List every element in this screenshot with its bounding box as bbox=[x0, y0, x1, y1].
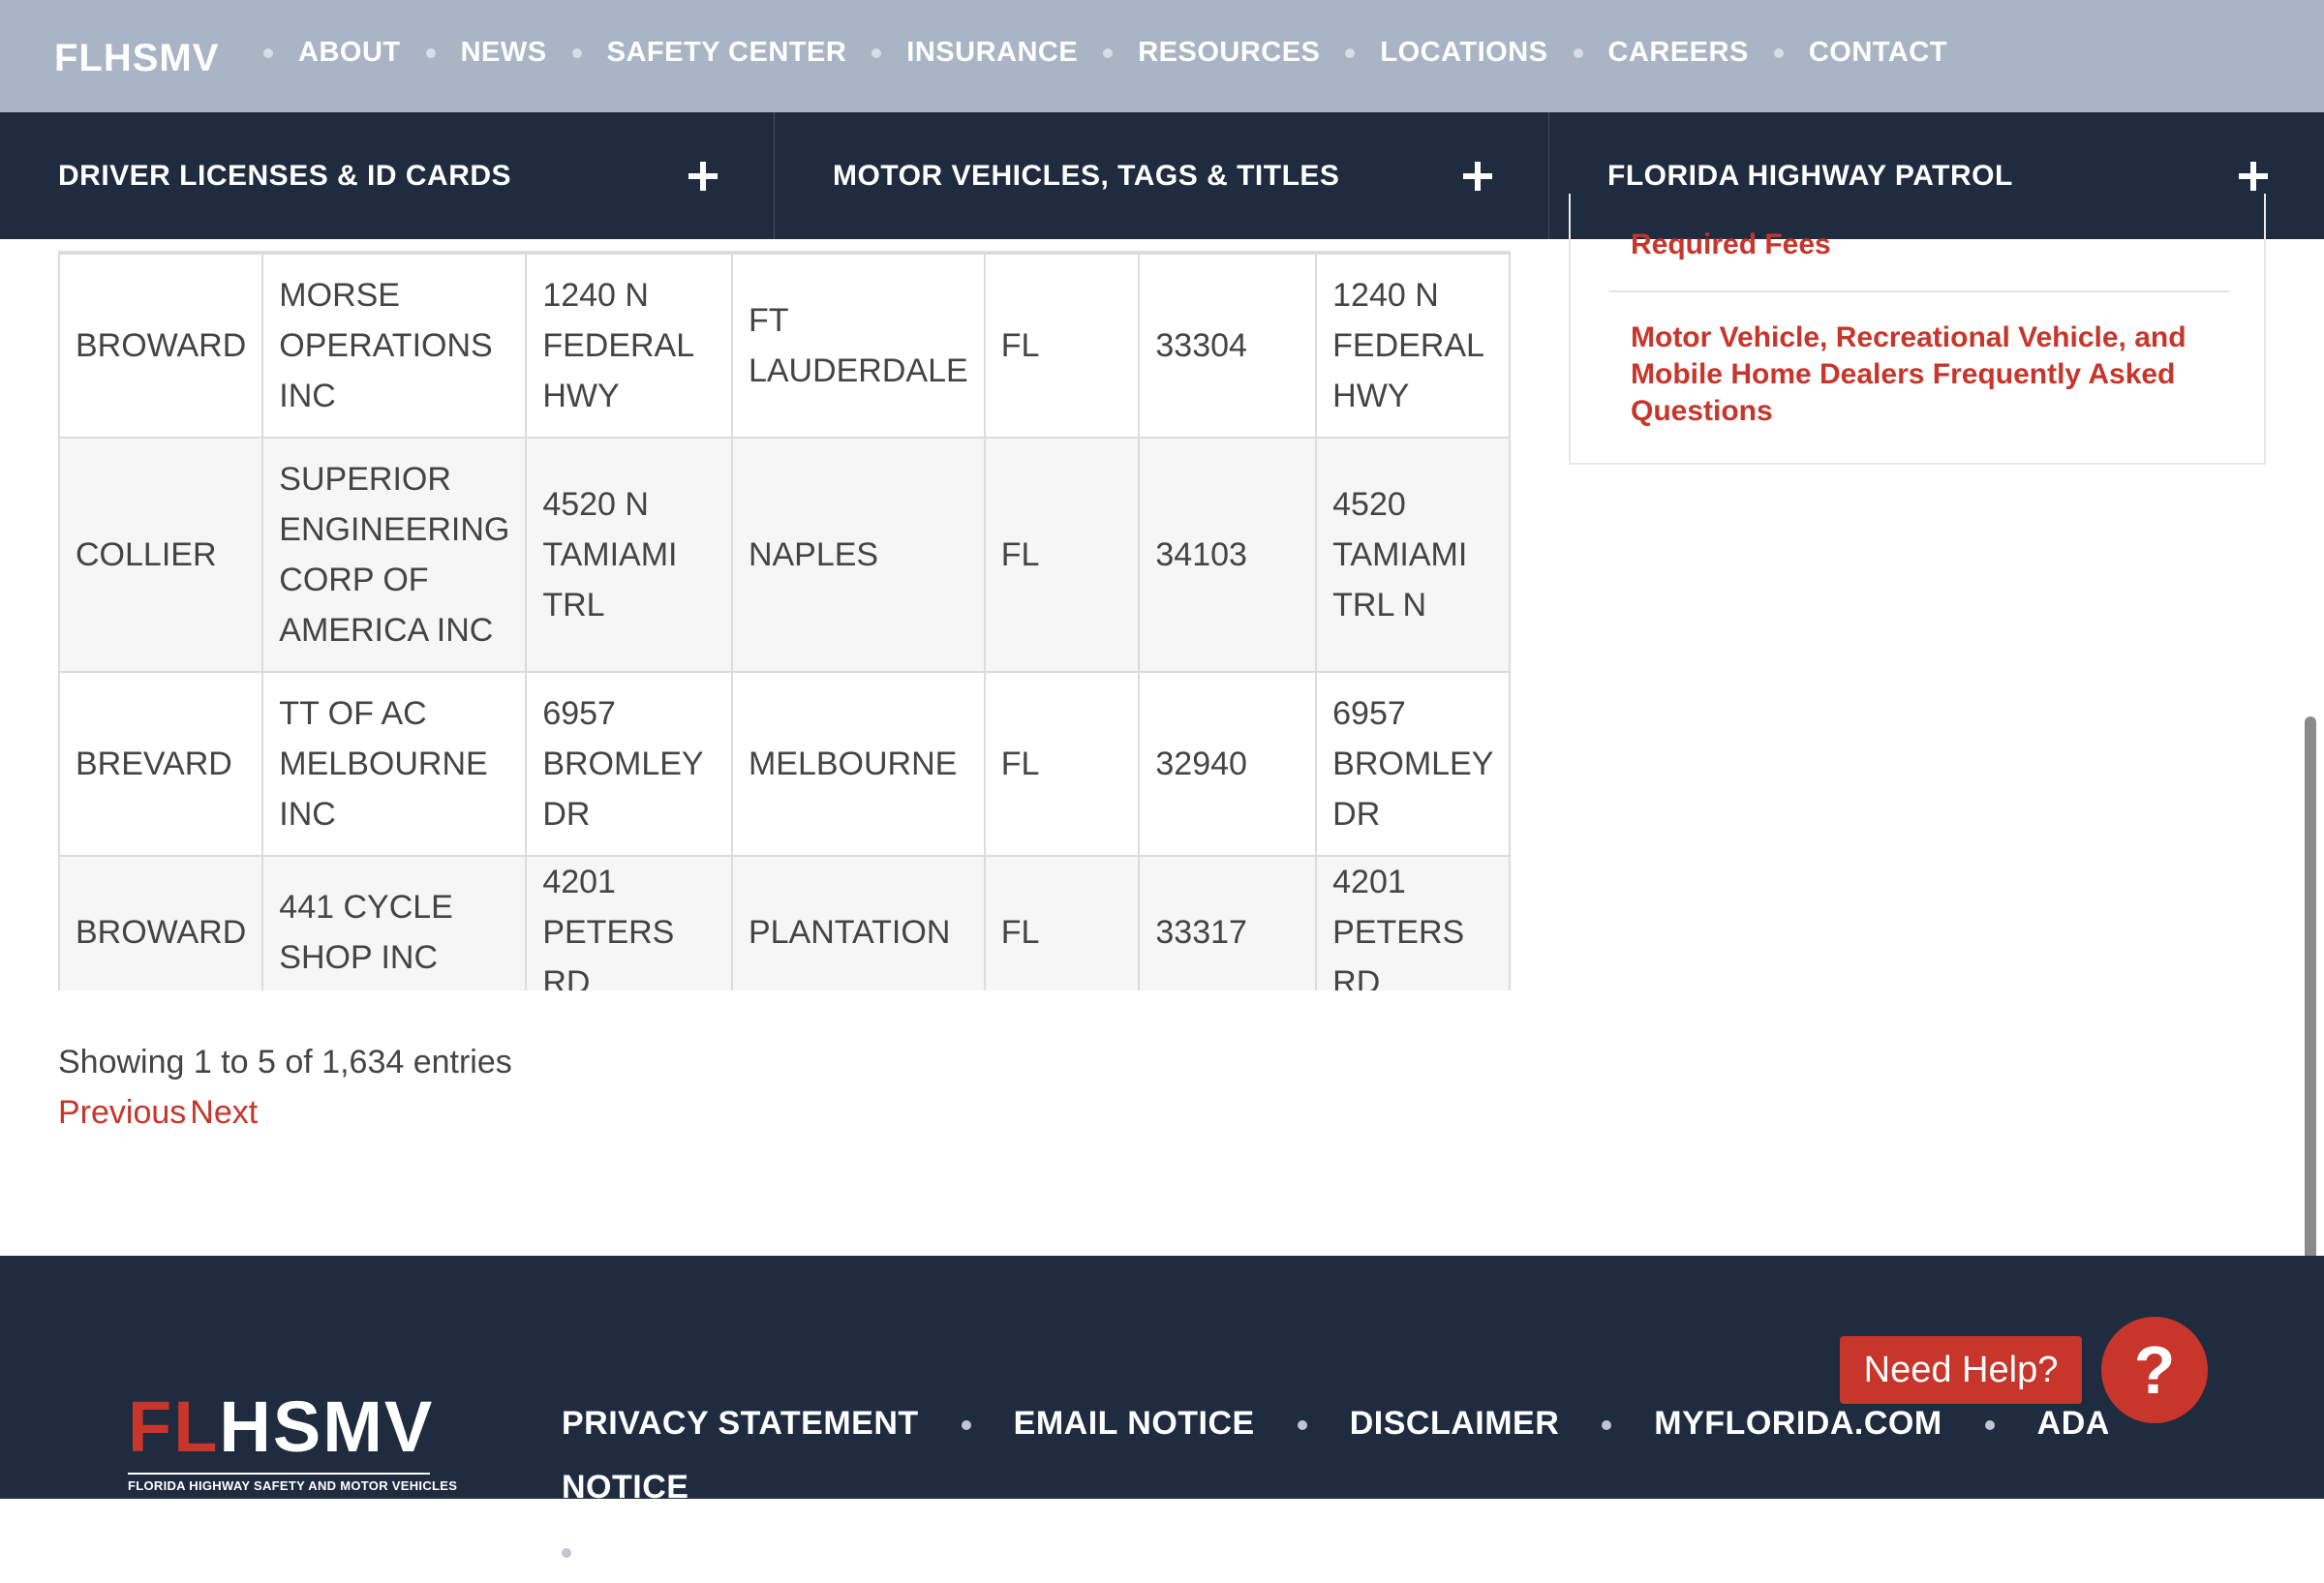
footer-link-contact-us[interactable]: CONTACT US bbox=[610, 1533, 828, 1569]
table-cell-state: FL bbox=[983, 437, 1141, 673]
table-cell-zip: 34103 bbox=[1138, 437, 1318, 673]
footer-separator bbox=[1297, 1420, 1307, 1431]
footer-link-myflorida[interactable]: MYFLORIDA.COM bbox=[1654, 1405, 1942, 1442]
footer-separator bbox=[961, 1420, 971, 1431]
help-question-icon[interactable]: ? bbox=[2101, 1317, 2208, 1423]
footer-logo[interactable]: FLHSMV FLORIDA HIGHWAY SAFETY AND MOTOR … bbox=[128, 1391, 457, 1499]
table-cell-address: 4201 PETERS RD bbox=[525, 855, 733, 990]
plus-icon[interactable] bbox=[2239, 161, 2268, 191]
table-cell-name: MORSE OPERATIONS INC bbox=[261, 253, 528, 439]
table-cell-address: 1240 N FEDERAL HWY bbox=[525, 253, 733, 439]
nav-separator bbox=[425, 47, 436, 58]
table-cell-mailing-address: 6957 BROMLEY DR bbox=[1315, 671, 1511, 857]
previous-button[interactable]: Previous bbox=[58, 1094, 186, 1131]
dealer-table: BROWARD MORSE OPERATIONS INC 1240 N FEDE… bbox=[58, 253, 1511, 990]
table-cell-address: 6957 BROMLEY DR bbox=[525, 671, 733, 857]
plus-icon[interactable] bbox=[1463, 161, 1492, 191]
footer-link-disclaimer[interactable]: DISCLAIMER bbox=[1350, 1405, 1560, 1442]
table-row: BROWARD 441 CYCLE SHOP INC 4201 PETERS R… bbox=[58, 855, 1511, 990]
sidebar-related-links: Required Fees Motor Vehicle, Recreationa… bbox=[1569, 194, 2266, 465]
section-label: MOTOR VEHICLES, TAGS & TITLES bbox=[833, 159, 1340, 192]
dealer-table-container[interactable]: BROWARD MORSE OPERATIONS INC 1240 N FEDE… bbox=[58, 239, 1511, 990]
nav-separator bbox=[263, 47, 273, 58]
plus-icon[interactable] bbox=[688, 161, 718, 191]
table-cell-address: 4520 N TAMIAMI TRL bbox=[525, 437, 733, 673]
table-info: Showing 1 to 5 of 1,634 entries bbox=[58, 1044, 512, 1081]
table-cell-state: FL bbox=[983, 855, 1141, 990]
table-cell-zip: 33304 bbox=[1138, 253, 1318, 439]
logo-hsmv: HSMV bbox=[219, 1386, 435, 1467]
footer-links: PRIVACY STATEMENT EMAIL NOTICE DISCLAIMER M… bbox=[562, 1391, 2150, 1583]
nav-contact[interactable]: CONTACT bbox=[1809, 37, 1947, 69]
pagination: Previous Next bbox=[58, 1094, 258, 1132]
table-cell-name: TT OF AC MELBOURNE INC bbox=[261, 671, 528, 857]
table-cell-county: COLLIER bbox=[58, 437, 264, 673]
table-cell-name: SUPERIOR ENGINEERING CORP OF AMERICA INC bbox=[261, 437, 528, 673]
table-cell-zip: 33317 bbox=[1138, 855, 1318, 990]
nav-separator bbox=[1573, 47, 1583, 58]
table-cell-county: BREVARD bbox=[58, 671, 264, 857]
sidebar-link-required-fees[interactable]: Required Fees bbox=[1631, 227, 1831, 263]
table-cell-mailing-address: 4520 TAMIAMI TRL N bbox=[1315, 437, 1511, 673]
nav-separator bbox=[1773, 47, 1784, 58]
table-cell-city: NAPLES bbox=[730, 437, 986, 673]
footer-separator bbox=[1602, 1420, 1612, 1431]
sidebar-link-dealers-faq[interactable]: Motor Vehicle, Recreational Vehicle, and… bbox=[1631, 320, 2212, 430]
divider bbox=[1609, 290, 2229, 292]
brand-logo[interactable]: FLHSMV bbox=[54, 37, 219, 80]
footer-link-email-notice[interactable]: EMAIL NOTICE bbox=[1014, 1405, 1255, 1442]
table-cell-city: FT LAUDERDALE bbox=[730, 253, 986, 439]
table-cell-county: BROWARD bbox=[58, 253, 264, 439]
nav-separator bbox=[872, 47, 882, 58]
nav-locations[interactable]: LOCATIONS bbox=[1380, 37, 1547, 69]
logo-wordmark: FLHSMV bbox=[128, 1391, 434, 1463]
footer-separator bbox=[1984, 1420, 1995, 1431]
nav-separator bbox=[1345, 47, 1356, 58]
table-cell-state: FL bbox=[983, 671, 1141, 857]
need-help-label[interactable]: Need Help? bbox=[1840, 1336, 2082, 1404]
section-motor-vehicles[interactable]: MOTOR VEHICLES, TAGS & TITLES bbox=[775, 112, 1549, 239]
nav-insurance[interactable]: INSURANCE bbox=[906, 37, 1078, 69]
table-cell-city: PLANTATION bbox=[730, 855, 986, 990]
table-cell-city: MELBOURNE bbox=[730, 671, 986, 857]
table-partial-row bbox=[58, 239, 1511, 253]
logo-subtitle: FLORIDA HIGHWAY SAFETY AND MOTOR VEHICLE… bbox=[128, 1473, 457, 1493]
section-driver-licenses[interactable]: DRIVER LICENSES & ID CARDS bbox=[0, 112, 775, 239]
top-nav-list: ABOUT NEWS SAFETY CENTER INSURANCE RESOU… bbox=[263, 37, 1947, 69]
nav-about[interactable]: ABOUT bbox=[298, 37, 401, 69]
section-label: FLORIDA HIGHWAY PATROL bbox=[1607, 159, 2013, 192]
footer-separator bbox=[562, 1548, 571, 1559]
nav-separator bbox=[1103, 47, 1114, 58]
table-row: BROWARD MORSE OPERATIONS INC 1240 N FEDE… bbox=[58, 253, 1511, 439]
nav-safety-center[interactable]: SAFETY CENTER bbox=[607, 37, 847, 69]
table-cell-state: FL bbox=[983, 253, 1141, 439]
top-nav: FLHSMV ABOUT NEWS SAFETY CENTER INSURANC… bbox=[0, 0, 2324, 112]
table-cell-zip: 32940 bbox=[1138, 671, 1318, 857]
table-cell-mailing-address: 4201 PETERS RD bbox=[1315, 855, 1511, 990]
nav-careers[interactable]: CAREERS bbox=[1608, 37, 1749, 69]
footer-link-privacy[interactable]: PRIVACY STATEMENT bbox=[562, 1405, 919, 1442]
nav-separator bbox=[571, 47, 582, 58]
section-label: DRIVER LICENSES & ID CARDS bbox=[58, 159, 512, 192]
table-cell-county: BROWARD bbox=[58, 855, 264, 990]
table-row: BREVARD TT OF AC MELBOURNE INC 6957 BROM… bbox=[58, 671, 1511, 857]
table-row: COLLIER SUPERIOR ENGINEERING CORP OF AME… bbox=[58, 437, 1511, 673]
nav-resources[interactable]: RESOURCES bbox=[1138, 37, 1320, 69]
logo-fl: FL bbox=[128, 1386, 220, 1467]
nav-news[interactable]: NEWS bbox=[461, 37, 547, 69]
next-button[interactable]: Next bbox=[190, 1094, 258, 1131]
table-cell-mailing-address: 1240 N FEDERAL HWY bbox=[1315, 253, 1511, 439]
table-cell-name: 441 CYCLE SHOP INC bbox=[261, 855, 528, 990]
